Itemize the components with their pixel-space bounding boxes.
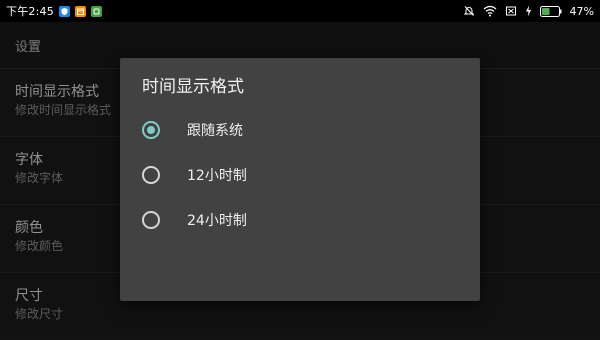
option-label: 跟随系统 <box>187 123 243 139</box>
status-bar: 下午2:45 47% <box>0 0 600 22</box>
option-24-hour[interactable]: 24小时制 <box>142 203 462 237</box>
status-time: 下午2:45 <box>6 5 54 18</box>
battery-icon <box>539 5 562 17</box>
option-label: 24小时制 <box>187 213 247 229</box>
radio-button[interactable] <box>142 166 160 184</box>
status-bar-right: 47% <box>463 0 594 22</box>
option-follow-system[interactable]: 跟随系统 <box>142 113 462 147</box>
status-bar-left: 下午2:45 <box>6 0 102 22</box>
calendar-app-icon <box>74 5 86 17</box>
no-sim-icon <box>505 5 517 17</box>
battery-percent: 47% <box>569 4 594 18</box>
green-app-icon <box>90 5 102 17</box>
radio-button[interactable] <box>142 121 160 139</box>
wifi-icon <box>483 5 497 17</box>
option-label: 12小时制 <box>187 168 247 184</box>
charging-icon <box>525 5 532 17</box>
radio-button[interactable] <box>142 211 160 229</box>
time-format-dialog: 时间显示格式 跟随系统 12小时制 24小时制 <box>120 58 480 301</box>
option-12-hour[interactable]: 12小时制 <box>142 158 462 192</box>
dialog-title: 时间显示格式 <box>142 77 244 97</box>
alarm-off-icon <box>463 5 475 17</box>
shield-app-icon <box>58 5 70 17</box>
